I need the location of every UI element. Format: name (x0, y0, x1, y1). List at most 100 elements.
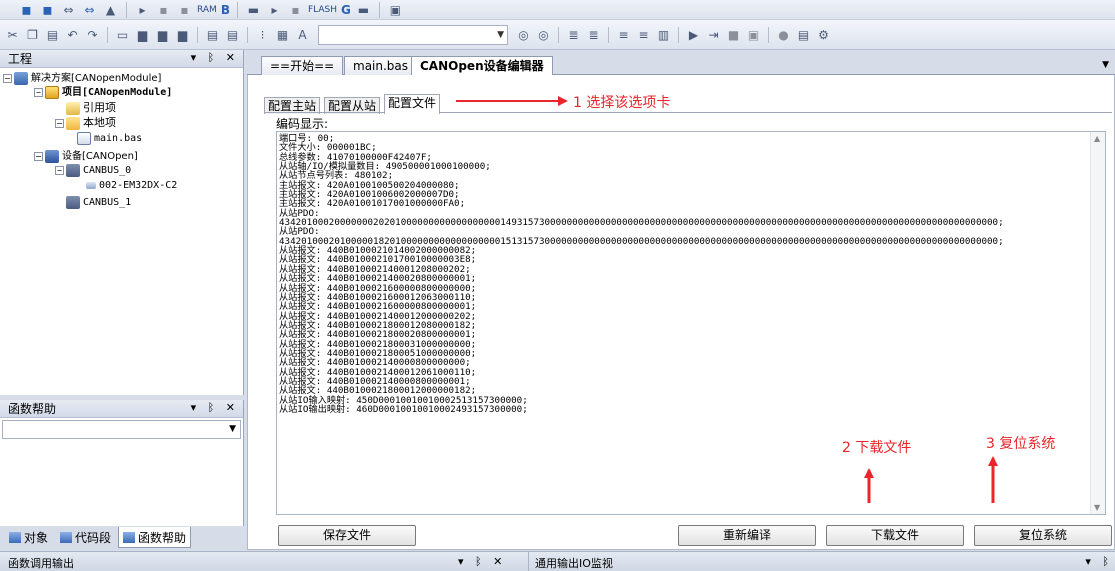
tree-item-devices[interactable]: − 设备[CANOpen] (0, 148, 243, 163)
copy-icon[interactable]: ❐ (24, 28, 41, 42)
tool-icon[interactable]: ▣ (387, 3, 404, 17)
step-icon[interactable]: ⇥ (705, 28, 722, 42)
pause-icon[interactable]: ▣ (745, 28, 762, 42)
tree-item-solution[interactable]: − 解决方案[CANopenModule] (0, 70, 243, 85)
tool-icon[interactable]: ▲ (102, 3, 119, 17)
comment-icon[interactable]: ≡ (615, 28, 632, 42)
message-icon[interactable]: ▆ (154, 28, 171, 42)
document-tabs: ==开始== main.bas CANOpen设备编辑器 ▼ (247, 50, 1115, 76)
function-call-output-title: 函数调用输出 (8, 557, 74, 570)
tree-item-main-file[interactable]: main.bas (0, 130, 243, 148)
tree-label: 002-EM32DX-C2 (99, 180, 178, 191)
tool-icon[interactable]: ▬ (245, 3, 262, 17)
breakpoint-icon[interactable]: ◎ (535, 28, 552, 42)
tab-config-file[interactable]: 配置文件 (384, 94, 441, 114)
scroll-up-icon[interactable]: ▲ (1094, 134, 1100, 143)
panel-controls[interactable]: ▾ ᛒ ✕ (458, 555, 506, 568)
panel-controls[interactable]: ▾ ᛒ ✕ (191, 401, 239, 414)
tool-icon[interactable]: ⚙ (815, 28, 832, 42)
collapse-icon[interactable]: − (55, 118, 64, 128)
indent-icon[interactable]: ⁝ (254, 28, 271, 42)
recompile-button[interactable]: 重新编译 (678, 525, 816, 546)
tree-item-canbus1[interactable]: CANBUS_1 (0, 195, 243, 210)
breakpoint-icon[interactable]: ◎ (515, 28, 532, 42)
chevron-down-icon: ▼ (497, 29, 504, 40)
tab-label: 代码段 (75, 531, 112, 545)
annotation-step-2: 2 下载文件 (842, 440, 912, 456)
function-combo[interactable]: ▼ (2, 420, 241, 439)
collapse-icon[interactable]: − (3, 73, 12, 83)
file-icon (77, 131, 91, 145)
tool-icon[interactable]: ◼ (18, 3, 35, 17)
tab-code-snippets[interactable]: 代码段 (55, 527, 116, 548)
stop-icon[interactable]: ■ (725, 28, 742, 42)
format-icon[interactable]: ▥ (655, 28, 672, 42)
tree-item-local[interactable]: − 本地项 (0, 115, 243, 130)
tool-icon[interactable]: ▬ (355, 3, 372, 17)
cut-icon[interactable]: ✂ (4, 28, 21, 42)
chevron-down-icon: ▼ (229, 424, 236, 434)
arrow-left-right-icon[interactable]: ⇔ (60, 3, 77, 17)
collapse-icon[interactable]: − (34, 151, 43, 161)
project-panel-header: 工程 ▾ ᛒ ✕ (0, 50, 243, 68)
collapse-icon[interactable]: − (55, 165, 64, 175)
indent-icon[interactable]: ≣ (585, 28, 602, 42)
tool-icon[interactable]: ▪ (155, 3, 172, 17)
collapse-icon[interactable]: − (34, 87, 43, 97)
window-icon[interactable]: ▤ (795, 28, 812, 42)
message-icon[interactable]: ▆ (134, 28, 151, 42)
find-icon[interactable]: ▤ (204, 28, 221, 42)
scroll-down-icon[interactable]: ▼ (1094, 503, 1100, 512)
object-icon (9, 532, 21, 543)
arrow-left-right-icon[interactable]: ⇔ (81, 3, 98, 17)
record-icon[interactable]: ● (775, 28, 792, 42)
vertical-scrollbar[interactable]: ▲ ▼ (1090, 132, 1105, 514)
toolbar-combo[interactable]: ▼ (318, 24, 508, 45)
toolbar-separator (197, 26, 198, 43)
device-icon (45, 149, 59, 163)
tool-icon[interactable]: ◼ (39, 3, 56, 17)
tree-item-references[interactable]: 引用项 (0, 100, 243, 115)
tree-item-project[interactable]: − 项目[CANopenModule] (0, 85, 243, 100)
toolbar-separator (768, 26, 769, 43)
tab-main-bas[interactable]: main.bas (344, 56, 418, 75)
download-file-button[interactable]: 下载文件 (826, 525, 964, 546)
bottom-panel-bar: 函数调用输出 ▾ ᛒ ✕ 通用输出IO监视 ▾ ᛒ (0, 551, 1115, 571)
paste-icon[interactable]: ▤ (44, 28, 61, 42)
tab-objects[interactable]: 对象 (4, 527, 53, 548)
replace-icon[interactable]: A (294, 28, 311, 42)
chevron-down-icon[interactable]: ▼ (1102, 60, 1109, 70)
bookmark-icon[interactable]: ▦ (274, 28, 291, 42)
outdent-icon[interactable]: ≣ (565, 28, 582, 42)
tree-label: 本地项 (83, 116, 116, 129)
tree-label: 设备[CANOpen] (62, 151, 138, 162)
tool-icon[interactable]: ▪ (287, 3, 304, 17)
tab-start[interactable]: ==开始== (261, 56, 344, 75)
tree-item-canbus0[interactable]: − CANBUS_0 (0, 163, 243, 178)
panel-controls[interactable]: ▾ ᛒ (1085, 555, 1113, 568)
tab-label: 对象 (24, 531, 49, 545)
encoding-text: 端口号: 00; 文件大小: 000001BC; 总线参数: 410701000… (279, 133, 1004, 415)
reset-system-button[interactable]: 复位系统 (974, 525, 1112, 546)
uncomment-icon[interactable]: ≡ (635, 28, 652, 42)
undo-icon[interactable]: ↶ (64, 28, 81, 42)
run-icon[interactable]: ▸ (266, 3, 283, 17)
play-icon[interactable]: ▶ (685, 28, 702, 42)
document-area: ==开始== main.bas CANOpen设备编辑器 ▼ 配置主站 配置从站… (247, 50, 1115, 550)
project-tree: − 解决方案[CANopenModule] − 项目[CANopenModule] … (0, 68, 243, 210)
message-icon[interactable]: ▆ (174, 28, 191, 42)
save-file-button[interactable]: 保存文件 (278, 525, 416, 546)
flash-label: FLASH (307, 4, 338, 15)
find-icon[interactable]: ▤ (224, 28, 241, 42)
tool-icon[interactable]: ▪ (176, 3, 193, 17)
tab-label: 函数帮助 (138, 530, 187, 545)
tab-canopen-editor[interactable]: CANOpen设备编辑器 (411, 56, 553, 76)
run-icon[interactable]: ▸ (134, 3, 151, 17)
function-panel-header: 函数帮助 ▾ ᛒ ✕ (0, 400, 243, 418)
encoding-textarea[interactable]: 端口号: 00; 文件大小: 000001BC; 总线参数: 410701000… (276, 131, 1106, 515)
tab-function-help[interactable]: 函数帮助 (118, 527, 192, 548)
redo-icon[interactable]: ↷ (84, 28, 101, 42)
tree-item-node[interactable]: 002-EM32DX-C2 (0, 178, 243, 193)
window-icon[interactable]: ▭ (114, 28, 131, 42)
panel-controls[interactable]: ▾ ᛒ ✕ (191, 51, 239, 64)
